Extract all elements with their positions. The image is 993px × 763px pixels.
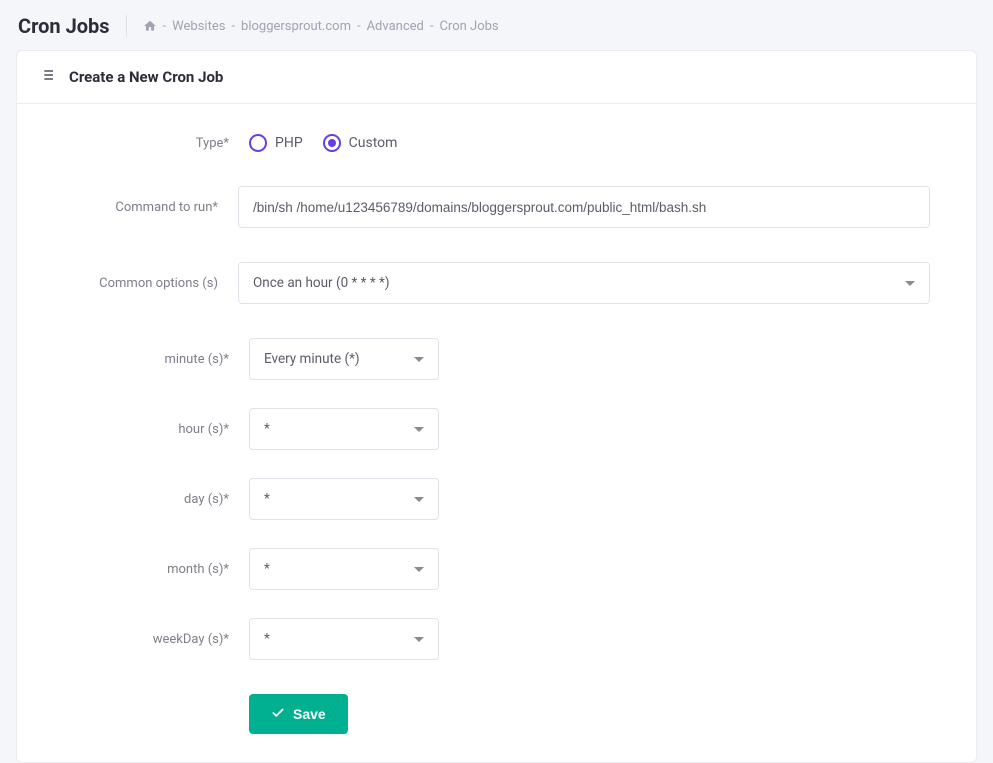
breadcrumb-sep: - <box>163 19 167 34</box>
chevron-down-icon <box>414 497 424 502</box>
common-options-label: Common options (s) <box>63 276 238 291</box>
minute-label: minute (s)* <box>63 352 249 367</box>
chevron-down-icon <box>905 281 915 286</box>
weekday-select[interactable]: * <box>249 618 439 660</box>
breadcrumb: - Websites - bloggersprout.com - Advance… <box>143 19 499 34</box>
page-title: Cron Jobs <box>18 14 110 38</box>
month-label: month (s)* <box>63 562 249 577</box>
chevron-down-icon <box>414 567 424 572</box>
type-radio-custom[interactable]: Custom <box>323 134 398 152</box>
type-label: Type* <box>63 136 249 151</box>
hour-label: hour (s)* <box>63 422 249 437</box>
chevron-down-icon <box>414 357 424 362</box>
list-icon <box>39 67 55 87</box>
radio-label-php: PHP <box>275 135 303 151</box>
home-icon[interactable] <box>143 19 157 34</box>
breadcrumb-sep: - <box>231 19 235 34</box>
card-header: Create a New Cron Job <box>17 51 976 104</box>
type-radio-php[interactable]: PHP <box>249 134 303 152</box>
hour-value: * <box>264 421 270 437</box>
breadcrumb-item-domain[interactable]: bloggersprout.com <box>241 19 351 34</box>
common-options-value: Once an hour (0 * * * *) <box>253 275 390 291</box>
breadcrumb-item-advanced[interactable]: Advanced <box>367 19 424 34</box>
day-label: day (s)* <box>63 492 249 507</box>
radio-label-custom: Custom <box>349 135 398 151</box>
breadcrumb-item-cronjobs[interactable]: Cron Jobs <box>439 19 498 34</box>
weekday-value: * <box>264 631 270 647</box>
weekday-label: weekDay (s)* <box>63 632 249 647</box>
hour-select[interactable]: * <box>249 408 439 450</box>
minute-value: Every minute (*) <box>264 351 360 367</box>
breadcrumb-sep: - <box>430 19 434 34</box>
minute-select[interactable]: Every minute (*) <box>249 338 439 380</box>
common-options-select[interactable]: Once an hour (0 * * * *) <box>238 262 930 304</box>
month-select[interactable]: * <box>249 548 439 590</box>
card-title: Create a New Cron Job <box>69 68 223 86</box>
chevron-down-icon <box>414 427 424 432</box>
page-header: Cron Jobs - Websites - bloggersprout.com… <box>0 0 993 50</box>
save-button[interactable]: Save <box>249 694 348 734</box>
check-icon <box>271 706 285 723</box>
header-divider <box>126 15 127 37</box>
save-button-label: Save <box>293 706 326 722</box>
breadcrumb-sep: - <box>357 19 361 34</box>
day-value: * <box>264 491 270 507</box>
breadcrumb-item-websites[interactable]: Websites <box>172 19 225 34</box>
day-select[interactable]: * <box>249 478 439 520</box>
command-label: Command to run* <box>63 200 238 215</box>
month-value: * <box>264 561 270 577</box>
radio-icon <box>249 134 267 152</box>
cron-form: Type* PHP Custom Command to run* Common … <box>17 104 976 734</box>
create-cron-card: Create a New Cron Job Type* PHP Custom C… <box>16 50 977 763</box>
command-input[interactable] <box>238 186 930 228</box>
chevron-down-icon <box>414 637 424 642</box>
radio-icon <box>323 134 341 152</box>
